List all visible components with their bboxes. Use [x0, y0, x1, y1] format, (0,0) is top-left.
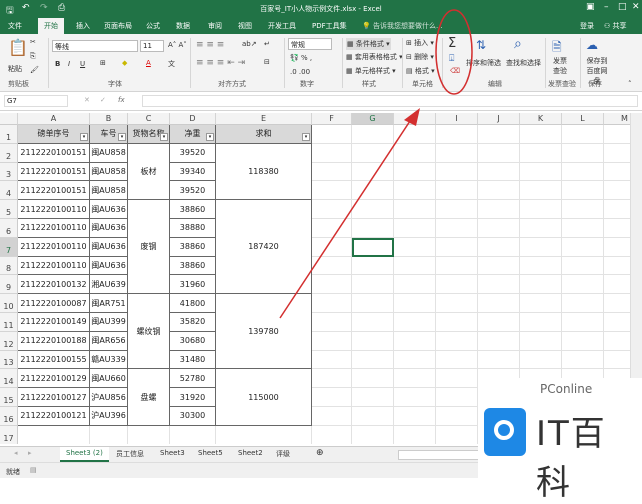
annotation-arrow-head — [404, 108, 420, 126]
watermark-search-icon — [484, 408, 526, 456]
annotation-arrow-line — [279, 117, 413, 319]
watermark-name: IT百科 — [536, 414, 607, 503]
watermark-brand: PConline — [540, 382, 593, 396]
watermark-logo: PConline IT百科 — [478, 378, 642, 503]
highlight-ellipse — [435, 9, 473, 95]
